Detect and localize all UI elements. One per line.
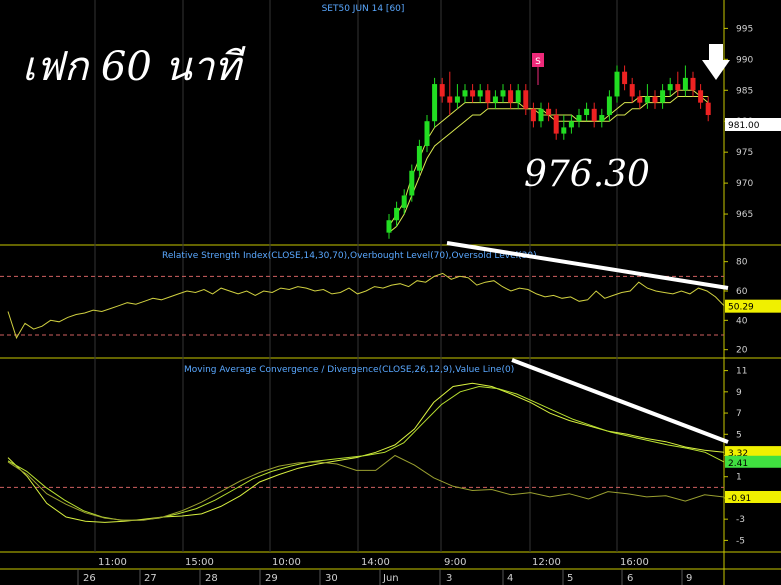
- candle-body: [386, 220, 392, 233]
- trend-lines: [446, 44, 730, 444]
- candle-body: [660, 90, 666, 103]
- candle-body: [637, 96, 643, 103]
- candle-body: [439, 84, 445, 97]
- candle-body: [606, 96, 612, 116]
- candle-body: [477, 90, 483, 97]
- candle-body: [485, 90, 491, 103]
- candle-body: [614, 71, 620, 97]
- price-y-tick-label: 975: [736, 148, 753, 158]
- macd-panel: Moving Average Convergence / Divergence(…: [0, 365, 725, 523]
- price-y-tick-label: 985: [736, 86, 753, 96]
- candle-body: [576, 115, 582, 122]
- candle-body: [492, 96, 498, 103]
- time-axis-date-label: 6: [627, 573, 633, 584]
- time-axis-hour-label: 11:00: [98, 557, 127, 568]
- macd-title: Moving Average Convergence / Divergence(…: [184, 365, 514, 375]
- candle-body: [424, 121, 430, 146]
- rsi-y-tick-label: 80: [736, 258, 748, 268]
- candle-body: [561, 127, 567, 134]
- candle-body: [546, 108, 552, 116]
- candle-body: [652, 96, 658, 103]
- time-axis-date-label: 29: [265, 573, 278, 584]
- candle-body: [705, 102, 711, 116]
- time-axis-hour-label: 14:00: [361, 557, 390, 568]
- macd-y-tick-label: -5: [736, 536, 745, 546]
- candle-body: [698, 90, 704, 103]
- time-axis-date-label: 5: [567, 573, 573, 584]
- candle-body: [584, 108, 590, 116]
- time-axis-date-label: 28: [205, 573, 218, 584]
- candle-body: [432, 84, 438, 122]
- time-axis-date-label: 27: [144, 573, 157, 584]
- candle-body: [454, 96, 460, 103]
- rsi-y-tick-label: 40: [736, 316, 748, 326]
- candle-body: [667, 84, 673, 91]
- macd-trend-line: [511, 358, 729, 444]
- price-panel: S: [386, 53, 711, 239]
- chart-header-title: SET50 JUN 14 [60]: [322, 4, 405, 14]
- macd-y-tick-label: 1: [736, 473, 742, 483]
- time-axis-hour-label: 9:00: [444, 557, 466, 568]
- candle-body: [644, 96, 650, 103]
- rsi-panel: Relative Strength Index(CLOSE,14,30,70),…: [0, 251, 725, 340]
- price-y-tick-label: 970: [736, 179, 753, 189]
- time-axis-hour-label: 10:00: [272, 557, 301, 568]
- time-axis-date-label: 30: [325, 573, 338, 584]
- rsi-title: Relative Strength Index(CLOSE,14,30,70),…: [162, 251, 537, 261]
- macd-y-tick-label: 5: [736, 430, 742, 440]
- candle-body: [447, 96, 453, 103]
- candle-body: [394, 207, 400, 221]
- candle-body: [523, 90, 529, 109]
- macd-last-value: -0.91: [728, 494, 751, 504]
- price-y-tick-label: 990: [736, 55, 753, 65]
- time-axis-hour-label: 15:00: [185, 557, 214, 568]
- time-axis-date-label: 4: [507, 573, 513, 584]
- candle-body: [553, 115, 559, 134]
- time-axis-hour-label: 12:00: [532, 557, 561, 568]
- candle-body: [416, 145, 422, 171]
- time-axis-date-label: 3: [446, 573, 452, 584]
- price-y-tick-label: 995: [736, 24, 753, 34]
- rsi-y-tick-label: 20: [736, 346, 748, 356]
- price-annotation: 976.30: [524, 154, 650, 195]
- candle-body: [591, 108, 597, 122]
- candle-body: [675, 84, 681, 91]
- candle-body: [599, 115, 605, 122]
- candle-body: [622, 71, 628, 85]
- candle-body: [508, 90, 514, 103]
- macd-last-value: 2.41: [728, 459, 748, 469]
- macd-y-tick-label: 9: [736, 388, 742, 398]
- macd-y-tick-label: 11: [736, 367, 747, 377]
- time-axis-date-label: 26: [83, 573, 96, 584]
- candle-body: [515, 90, 521, 103]
- down-arrow-icon: [702, 44, 730, 80]
- candle-body: [568, 121, 574, 128]
- candle-body: [629, 84, 635, 97]
- candle-body: [470, 90, 476, 97]
- candle-body: [690, 77, 696, 91]
- price-last-value: 981.00: [728, 121, 760, 131]
- sell-signal-label: S: [535, 57, 541, 67]
- candle-body: [682, 77, 688, 91]
- macd-y-tick-label: 7: [736, 409, 742, 419]
- candle-body: [462, 90, 468, 97]
- price-y-tick-label: 965: [736, 210, 753, 220]
- rsi-y-tick-label: 60: [736, 287, 748, 297]
- candle-body: [538, 108, 544, 122]
- time-axis-date-label: 9: [686, 573, 692, 584]
- thai-title: เฟก 60 นาที: [22, 44, 241, 90]
- candle-body: [401, 195, 407, 208]
- candle-body: [500, 90, 506, 97]
- time-axis-date-label: Jun: [382, 573, 399, 584]
- candle-body: [409, 170, 415, 196]
- macd-y-tick-label: -3: [736, 515, 745, 525]
- time-axis-hour-label: 16:00: [620, 557, 649, 568]
- candle-body: [530, 108, 536, 122]
- rsi-last-value: 50.29: [728, 303, 754, 313]
